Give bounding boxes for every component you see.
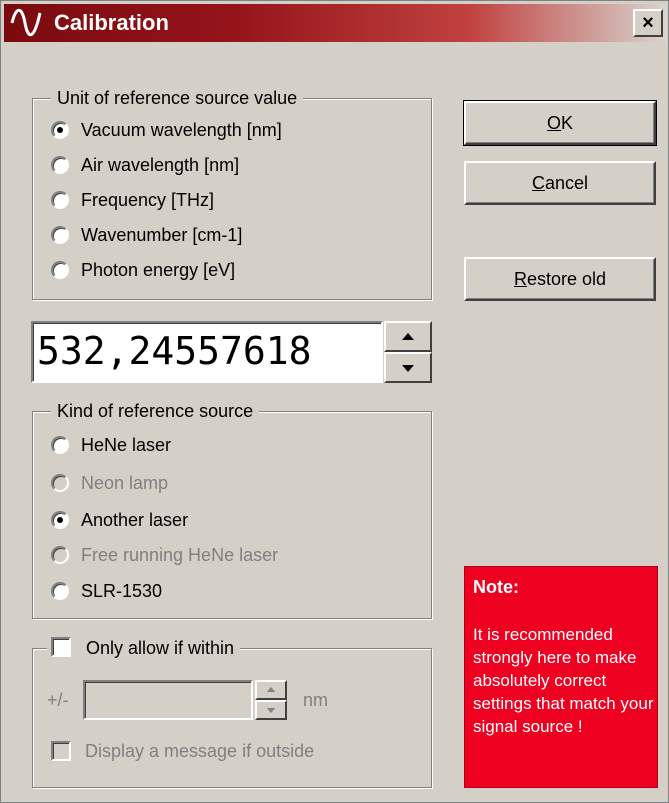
note-box: Note: It is recommended strongly here to…: [464, 566, 658, 788]
only-allow-label: Only allow if within: [86, 638, 235, 658]
ok-mnemonic: O: [546, 113, 561, 133]
unit-group-legend: Unit of reference source value: [51, 87, 304, 109]
close-button[interactable]: ×: [633, 9, 663, 37]
radio-label: Photon energy [eV]: [81, 260, 236, 280]
tolerance-unit: nm: [303, 690, 329, 710]
radio-label: HeNe laser: [81, 435, 172, 455]
radio-label: Air wavelength [nm]: [81, 155, 240, 175]
tolerance-prefix: +/-: [47, 690, 69, 710]
close-icon: ×: [642, 12, 654, 34]
restore-mnemonic: R: [513, 269, 527, 289]
note-title: Note:: [473, 577, 519, 597]
radio-label: Neon lamp: [81, 473, 169, 493]
cancel-button[interactable]: Cancel: [464, 161, 656, 205]
unit-group: Unit of reference source value Vacuum wa…: [32, 87, 432, 300]
sine-wave-icon: [10, 8, 42, 36]
tolerance-spin-up: [255, 680, 287, 700]
ok-label: K: [561, 113, 574, 133]
radio-label: Free running HeNe laser: [81, 545, 279, 565]
radio-button: [51, 474, 69, 492]
radio-button[interactable]: [51, 121, 69, 139]
restore-label: estore old: [526, 269, 607, 289]
source-group-legend: Kind of reference source: [51, 400, 260, 422]
title-bar[interactable]: Calibration ×: [4, 4, 667, 42]
chevron-up-icon: [402, 332, 414, 340]
radio-selected-dot: [57, 127, 63, 133]
radio-button[interactable]: [51, 191, 69, 209]
only-allow-checkbox[interactable]: [51, 637, 71, 657]
radio-label: Vacuum wavelength [nm]: [81, 120, 282, 140]
cancel-mnemonic: C: [531, 173, 545, 193]
value-spin-down[interactable]: [384, 352, 432, 383]
tolerance-spin-down: [255, 700, 287, 720]
restore-old-button[interactable]: Restore old: [464, 257, 656, 301]
radio-button[interactable]: [51, 226, 69, 244]
value-spin-up[interactable]: [384, 321, 432, 352]
window-title: Calibration: [54, 10, 169, 35]
radio-button[interactable]: [51, 436, 69, 454]
radio-label: Frequency [THz]: [81, 190, 215, 210]
tolerance-input: [83, 680, 253, 720]
chevron-down-icon: [266, 708, 276, 713]
reference-value-input[interactable]: 532,24557618: [31, 321, 383, 383]
limit-group-legend[interactable]: Only allow if within: [47, 637, 241, 659]
radio-button[interactable]: [51, 156, 69, 174]
calibration-dialog: Calibration × Unit of reference source v…: [0, 0, 669, 803]
display-message-checkbox: [51, 741, 71, 761]
cancel-label: ancel: [544, 173, 589, 193]
radio-button[interactable]: [51, 582, 69, 600]
radio-selected-dot: [57, 517, 63, 523]
ok-button[interactable]: OK: [463, 100, 657, 146]
radio-button[interactable]: [51, 511, 69, 529]
radio-button[interactable]: [51, 261, 69, 279]
radio-label: SLR-1530: [81, 581, 163, 601]
radio-button: [51, 546, 69, 564]
display-message-label: Display a message if outside: [85, 741, 315, 761]
source-group: Kind of reference source HeNe laser Neon…: [32, 400, 432, 619]
radio-label: Another laser: [81, 510, 189, 530]
chevron-up-icon: [266, 687, 276, 692]
chevron-down-icon: [402, 364, 414, 372]
radio-label: Wavenumber [cm-1]: [81, 225, 243, 245]
note-body: It is recommended strongly here to make …: [473, 625, 654, 736]
